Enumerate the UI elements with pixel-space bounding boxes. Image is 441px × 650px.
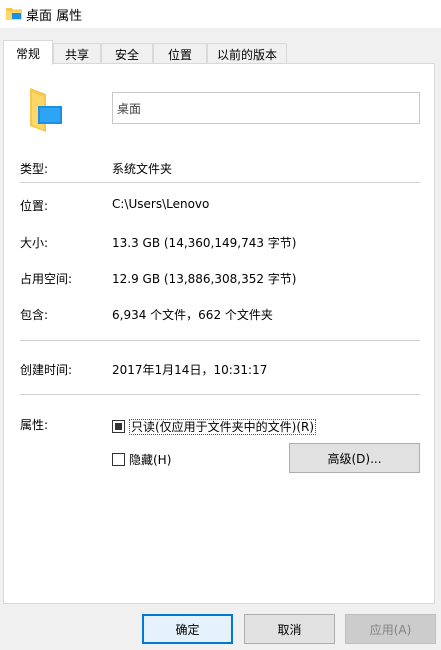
location-label: 位置: [20,199,49,213]
attributes-label: 属性: [20,418,49,432]
size-label: 大小: [20,236,49,250]
readonly-checkbox-label[interactable]: 只读(仅应用于文件夹中的文件)(R) [129,418,317,435]
advanced-button[interactable]: 高级(D)... [289,443,420,473]
contains-label: 包含: [20,308,49,322]
tab-general[interactable]: 常规 [3,40,53,65]
title-bar: 桌面 属性 [0,0,441,28]
created-label: 创建时间: [20,363,73,377]
tab-previous-versions[interactable]: 以前的版本 [207,43,287,64]
hidden-checkbox-label[interactable]: 隐藏(H) [129,451,171,468]
cancel-button[interactable]: 取消 [244,614,335,644]
tab-bar: 常规 共享 安全 位置 以前的版本 [0,40,441,65]
tab-sharing[interactable]: 共享 [53,43,101,64]
general-panel: 类型: 系统文件夹 位置: C:\Users\Lenovo 大小: 13.3 G… [3,63,435,604]
separator [20,182,420,183]
readonly-checkbox[interactable] [112,420,125,433]
tab-security[interactable]: 安全 [101,43,153,64]
indeterminate-mark [115,423,122,430]
folder-icon [6,8,22,20]
hidden-checkbox[interactable] [112,453,125,466]
folder-name-input[interactable] [112,92,420,124]
folder-large-icon [30,88,62,132]
window-title: 桌面 属性 [26,9,83,24]
type-value: 系统文件夹 [112,162,173,176]
disk-size-value: 12.9 GB (13,886,308,352 字节) [112,272,297,286]
ok-button[interactable]: 确定 [142,614,233,644]
size-value: 13.3 GB (14,360,149,743 字节) [112,236,297,250]
contains-value: 6,934 个文件，662 个文件夹 [112,308,273,322]
created-value: 2017年1月14日，10:31:17 [112,363,268,377]
type-label: 类型: [20,162,49,176]
location-value: C:\Users\Lenovo [112,197,210,211]
disk-size-label: 占用空间: [20,272,73,286]
separator [20,340,420,341]
apply-button[interactable]: 应用(A) [345,614,436,644]
separator [20,394,420,395]
tab-location[interactable]: 位置 [153,43,207,64]
